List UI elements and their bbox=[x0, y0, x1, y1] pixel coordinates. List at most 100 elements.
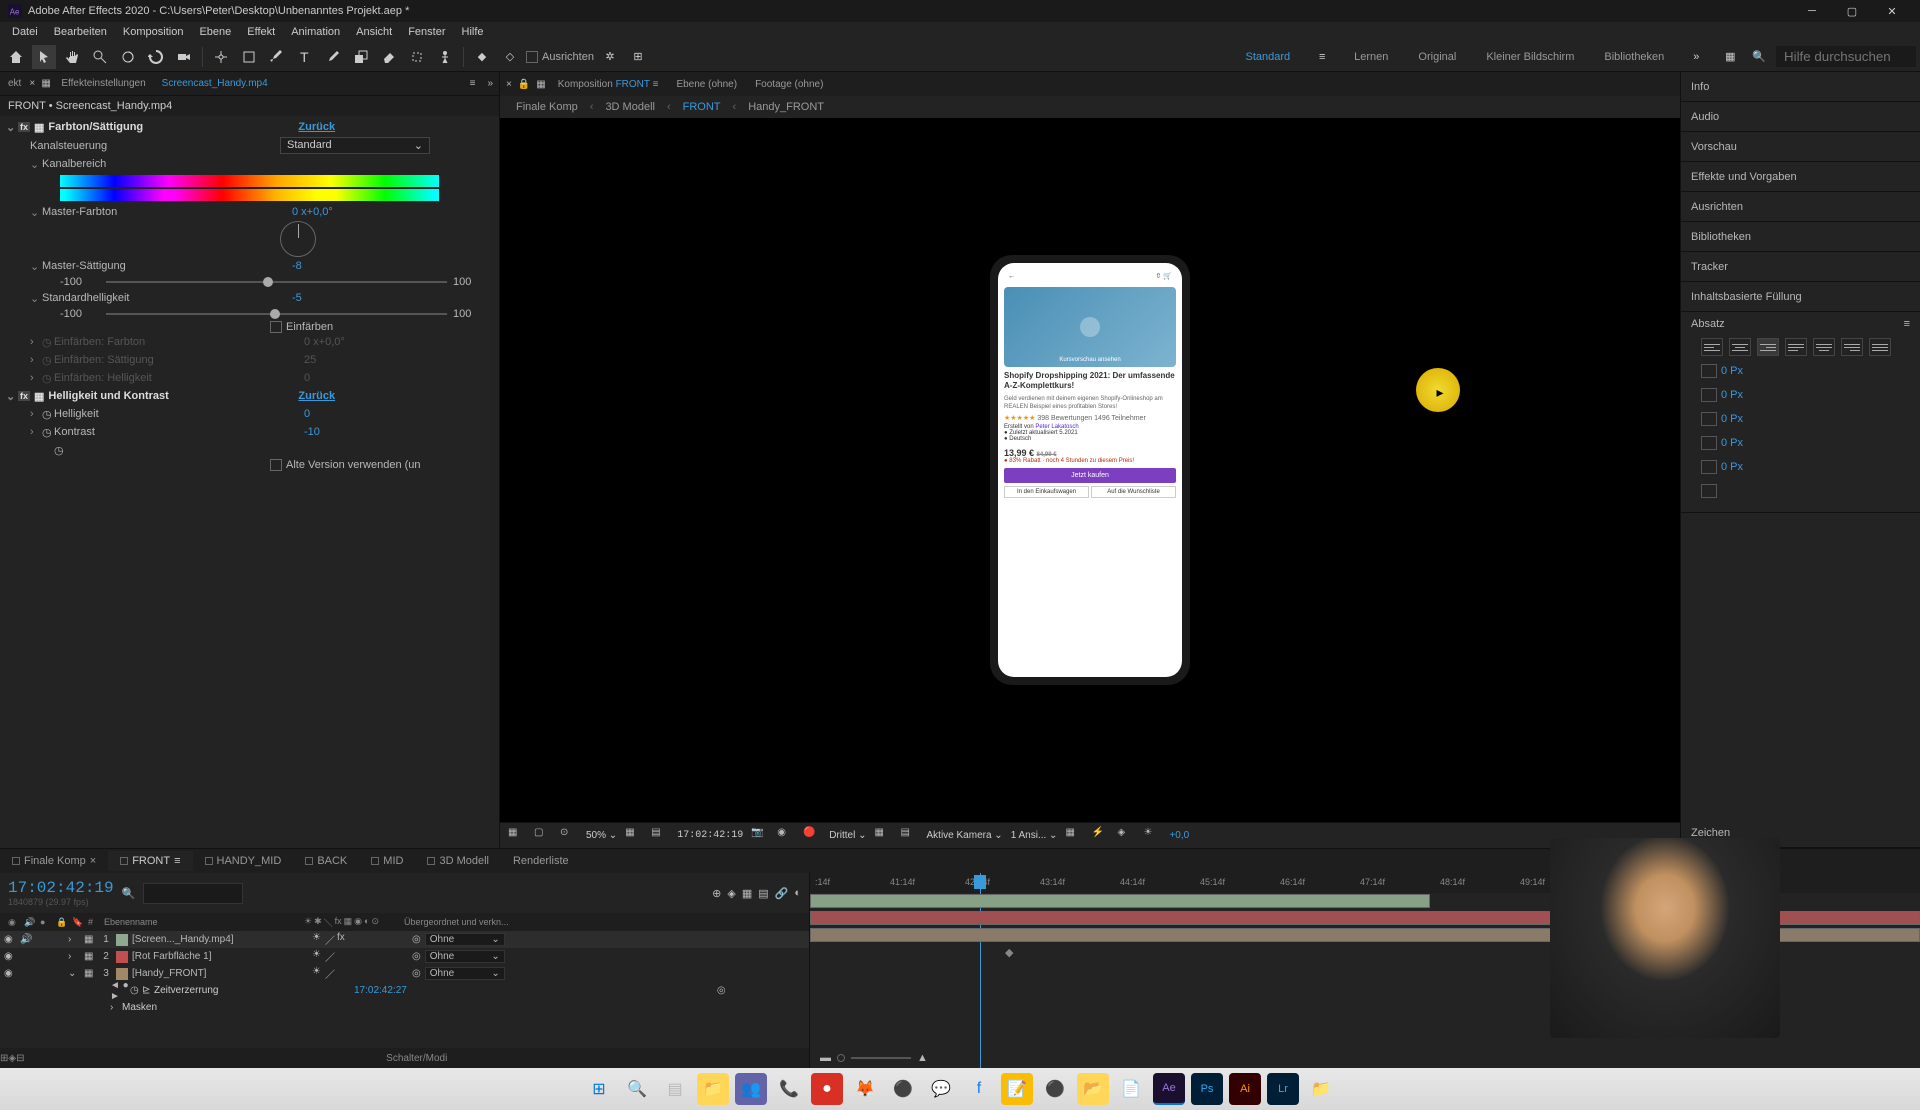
ai-icon[interactable]: Ai bbox=[1229, 1073, 1261, 1105]
viewer-tab-layer[interactable]: Ebene (ohne) bbox=[670, 77, 743, 92]
menu-effekt[interactable]: Effekt bbox=[239, 24, 283, 40]
hue-dial[interactable] bbox=[280, 221, 316, 257]
fx-vis-icon[interactable]: ▦ bbox=[34, 390, 44, 403]
channel-icon[interactable]: ◉ bbox=[777, 827, 795, 845]
align-center[interactable] bbox=[1729, 338, 1751, 356]
hue-strip-bottom[interactable] bbox=[60, 189, 439, 201]
app-icon-3[interactable]: ⚫ bbox=[887, 1073, 919, 1105]
col-solo-icon[interactable]: ● bbox=[36, 917, 52, 927]
tl-btn-3[interactable]: ▦ bbox=[742, 887, 752, 900]
layer-row-2[interactable]: ◉ ›▦2 [Rot Farbfläche 1] ☀／ ◎Ohne⌄ bbox=[0, 948, 809, 965]
selection-tool[interactable] bbox=[32, 45, 56, 69]
viewer-timecode[interactable]: 17:02:42:19 bbox=[677, 830, 743, 841]
camera-select[interactable]: Aktive Kamera ⌄ bbox=[927, 830, 1003, 841]
effect-brightness-contrast[interactable]: Helligkeit und Kontrast bbox=[48, 390, 298, 402]
space-after-val[interactable]: 0 Px bbox=[1721, 461, 1743, 473]
whatsapp-icon[interactable]: 📞 bbox=[773, 1073, 805, 1105]
res-icon[interactable]: ▦ bbox=[625, 827, 643, 845]
twirl-icon[interactable]: ⌄ bbox=[6, 390, 18, 403]
messenger-icon[interactable]: 💬 bbox=[925, 1073, 957, 1105]
app-icon-1[interactable]: 👥 bbox=[735, 1073, 767, 1105]
fast-icon[interactable]: ⚡ bbox=[1091, 827, 1109, 845]
pen-tool[interactable] bbox=[265, 45, 289, 69]
viewer-canvas[interactable]: ←⇧ 🛒 Kursvorschau ansehen Shopify Dropsh… bbox=[500, 118, 1680, 822]
light-slider[interactable] bbox=[106, 313, 447, 315]
timeline-timecode[interactable]: 17:02:42:19 bbox=[8, 879, 114, 897]
snapshot-icon[interactable]: 📷 bbox=[751, 827, 769, 845]
facebook-icon[interactable]: f bbox=[963, 1073, 995, 1105]
panel-vorschau[interactable]: Vorschau bbox=[1681, 132, 1920, 162]
absatz-title[interactable]: Absatz bbox=[1691, 318, 1725, 330]
start-button[interactable]: ⊞ bbox=[583, 1073, 615, 1105]
rtl-icon[interactable] bbox=[1701, 484, 1717, 498]
obs-icon[interactable]: ⚫ bbox=[1039, 1073, 1071, 1105]
panel-menu-icon[interactable]: ≡ bbox=[1904, 318, 1910, 330]
zoom-out-icon[interactable]: ▬ bbox=[820, 1052, 831, 1064]
res-select[interactable]: Drittel ⌄ bbox=[829, 830, 866, 841]
fx-badge-icon[interactable]: fx bbox=[18, 122, 30, 132]
justify-last-left[interactable] bbox=[1785, 338, 1807, 356]
layer-bar-1[interactable] bbox=[810, 894, 1430, 908]
crumb-handy[interactable]: Handy_FRONT bbox=[742, 99, 830, 115]
parent-select[interactable]: Ohne⌄ bbox=[425, 933, 505, 946]
explorer-icon[interactable]: 📁 bbox=[697, 1073, 729, 1105]
timeline-search[interactable] bbox=[143, 883, 243, 904]
zoom-tool[interactable] bbox=[88, 45, 112, 69]
col-eye-icon[interactable]: ◉ bbox=[4, 917, 20, 928]
tl-footer-btn3[interactable]: ⊟ bbox=[16, 1053, 24, 1064]
pixel-icon[interactable]: ▦ bbox=[1065, 827, 1083, 845]
tl-btn-4[interactable]: ▤ bbox=[758, 887, 768, 900]
workspace-lernen[interactable]: Lernen bbox=[1344, 49, 1398, 65]
folder-icon[interactable]: 📂 bbox=[1077, 1073, 1109, 1105]
workspace-edit-icon[interactable]: ▦ bbox=[1718, 45, 1742, 69]
menu-datei[interactable]: Datei bbox=[4, 24, 46, 40]
viewer-tab-comp[interactable]: Komposition FRONT ≡ bbox=[552, 77, 665, 92]
menu-hilfe[interactable]: Hilfe bbox=[454, 24, 492, 40]
indent-left-val[interactable]: 0 Px bbox=[1721, 365, 1743, 377]
exposure-value[interactable]: +0,0 bbox=[1169, 830, 1189, 841]
tl-btn-6[interactable]: ◐ bbox=[794, 887, 801, 900]
indent-right-val[interactable]: 0 Px bbox=[1721, 389, 1743, 401]
eye-icon[interactable]: ◉ bbox=[4, 934, 20, 945]
tl-tab-render[interactable]: Renderliste bbox=[501, 851, 581, 871]
keyframe-icon[interactable]: ◆ bbox=[1005, 946, 1013, 959]
zoom-select[interactable]: 50% ⌄ bbox=[586, 830, 617, 841]
justify-last-center[interactable] bbox=[1813, 338, 1835, 356]
orbit-tool[interactable] bbox=[116, 45, 140, 69]
workspace-standard[interactable]: Standard bbox=[1236, 49, 1301, 65]
workspace-original[interactable]: Original bbox=[1408, 49, 1466, 65]
fx-badge-icon[interactable]: fx bbox=[18, 391, 30, 401]
crumb-front[interactable]: FRONT bbox=[677, 99, 727, 115]
taskview-button[interactable]: ▤ bbox=[659, 1073, 691, 1105]
tl-btn-5[interactable]: 🔗 bbox=[775, 887, 789, 900]
col-name[interactable]: Ebenenname bbox=[100, 917, 300, 927]
workspace-bibliotheken[interactable]: Bibliotheken bbox=[1594, 49, 1674, 65]
workspace-kleiner[interactable]: Kleiner Bildschirm bbox=[1476, 49, 1584, 65]
workspace-menu-icon[interactable]: ≡ bbox=[1310, 45, 1334, 69]
zoom-in-icon[interactable]: ▲ bbox=[917, 1052, 928, 1064]
tl-tab-finale[interactable]: Finale Komp× bbox=[0, 851, 108, 871]
views-select[interactable]: 1 Ansi... ⌄ bbox=[1011, 830, 1058, 841]
align-checkbox[interactable]: Ausrichten bbox=[526, 51, 594, 63]
colorize-checkbox[interactable] bbox=[270, 321, 282, 333]
brush-tool[interactable] bbox=[321, 45, 345, 69]
justify-last-right[interactable] bbox=[1841, 338, 1863, 356]
3d-icon[interactable]: ◈ bbox=[1117, 827, 1135, 845]
tl-tab-front[interactable]: FRONT ≡ bbox=[108, 851, 192, 871]
clone-tool[interactable] bbox=[349, 45, 373, 69]
tl-tab-handymid[interactable]: HANDY_MID bbox=[193, 851, 294, 871]
channel-control-select[interactable]: Standard⌄ bbox=[280, 137, 430, 154]
crumb-finale[interactable]: Finale Komp bbox=[510, 99, 584, 115]
snap-tool[interactable]: ◆ bbox=[470, 45, 494, 69]
tab-clip[interactable]: Screencast_Handy.mp4 bbox=[154, 74, 276, 93]
eraser-tool[interactable] bbox=[377, 45, 401, 69]
tl-tab-back[interactable]: BACK bbox=[293, 851, 359, 871]
align-right[interactable] bbox=[1757, 338, 1779, 356]
menu-ansicht[interactable]: Ansicht bbox=[348, 24, 400, 40]
justify-all[interactable] bbox=[1869, 338, 1891, 356]
col-audio-icon[interactable]: 🔊 bbox=[20, 917, 36, 928]
snap4-tool[interactable]: ⊞ bbox=[626, 45, 650, 69]
crumb-3dmodell[interactable]: 3D Modell bbox=[599, 99, 661, 115]
twirl-icon[interactable]: ⌄ bbox=[30, 158, 42, 171]
text-tool[interactable]: T bbox=[293, 45, 317, 69]
